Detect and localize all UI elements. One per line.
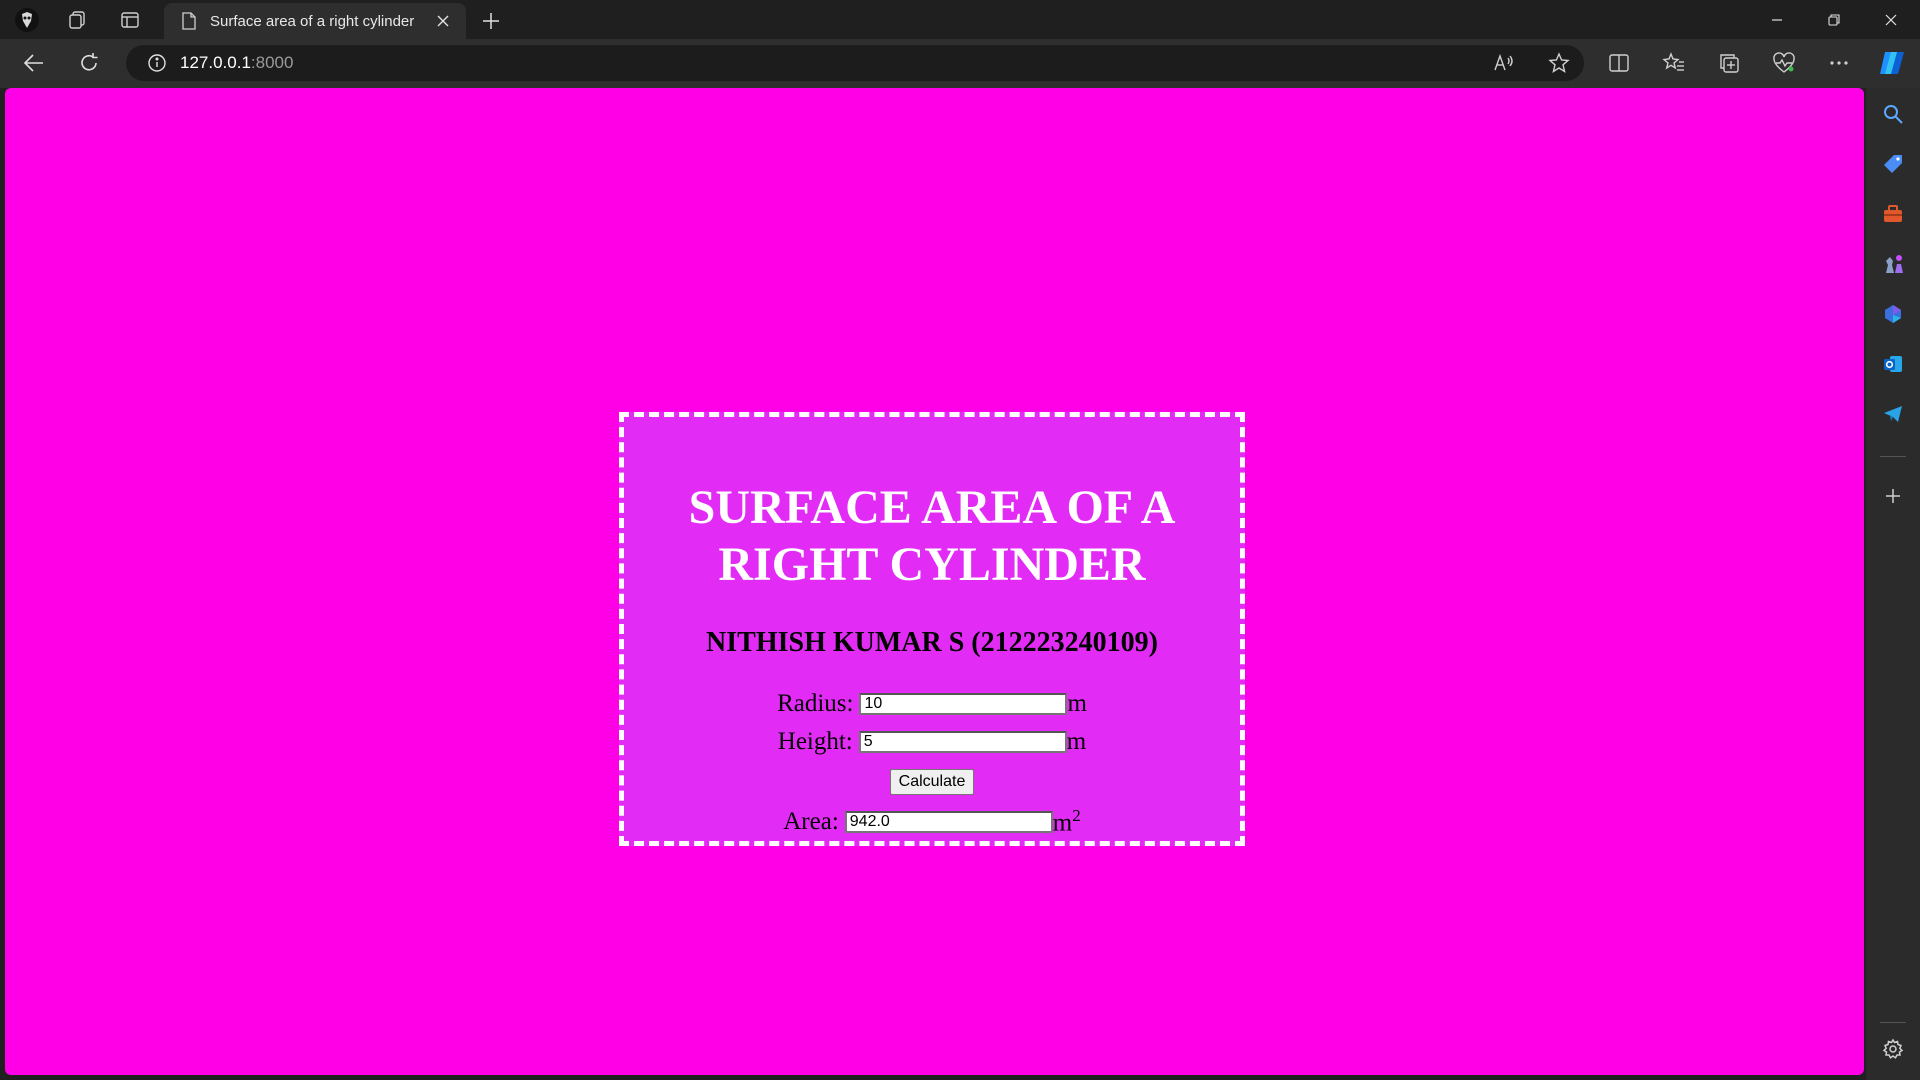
vertical-tabs-icon[interactable] (116, 6, 144, 34)
search-icon[interactable] (1878, 99, 1908, 129)
radius-input[interactable] (859, 693, 1068, 715)
radius-unit: m (1067, 690, 1087, 717)
more-icon[interactable] (1822, 48, 1856, 78)
copilot-icon[interactable] (1875, 48, 1909, 78)
height-row: Height: m (624, 723, 1240, 761)
height-input[interactable] (858, 731, 1067, 753)
radius-row: Radius: m (624, 685, 1240, 723)
area-unit: m2 (1053, 806, 1081, 837)
tab-title: Surface area of a right cylinder (210, 12, 415, 30)
info-icon[interactable] (146, 52, 168, 74)
radius-label: Radius: (777, 690, 854, 717)
favorites-icon[interactable] (1657, 48, 1691, 78)
minimize-icon[interactable] (1748, 0, 1806, 39)
tools-icon[interactable] (1878, 199, 1908, 229)
add-icon[interactable] (1878, 481, 1908, 511)
author-heading: NITHISH KUMAR S (212223240109) (706, 627, 1158, 658)
tab-strip: Surface area of a right cylinder (0, 0, 1920, 39)
url-port: :8000 (250, 53, 294, 72)
games-icon[interactable] (1878, 249, 1908, 279)
split-screen-icon[interactable] (1602, 48, 1636, 78)
microsoft-365-icon[interactable] (1878, 299, 1908, 329)
telegram-icon[interactable] (1878, 399, 1908, 429)
page-viewport: SURFACE AREA OF A RIGHT CYLINDER NITHISH… (5, 88, 1864, 1075)
area-row: Area: m2 (624, 803, 1240, 841)
calculator-card: SURFACE AREA OF A RIGHT CYLINDER NITHISH… (619, 412, 1245, 846)
url-text: 127.0.0.1:8000 (180, 53, 293, 73)
outlook-icon[interactable] (1878, 349, 1908, 379)
close-window-icon[interactable] (1862, 0, 1920, 39)
profile-avatar-icon[interactable] (13, 6, 41, 34)
sidebar-divider (1880, 456, 1906, 457)
edge-sidebar (1866, 88, 1920, 1080)
shopping-tag-icon[interactable] (1878, 149, 1908, 179)
sidebar-divider-bottom (1880, 1022, 1906, 1023)
height-unit: m (1066, 728, 1087, 755)
settings-icon[interactable] (1878, 1034, 1908, 1064)
workspaces-icon[interactable] (63, 6, 91, 34)
plus-icon[interactable] (476, 6, 506, 36)
collections-icon[interactable] (1712, 48, 1746, 78)
page-icon (180, 12, 198, 30)
toolbar: 127.0.0.1:8000 (0, 39, 1920, 88)
calculate-row: Calculate (624, 761, 1240, 803)
back-arrow-icon[interactable] (17, 48, 51, 78)
page-title: SURFACE AREA OF A RIGHT CYLINDER (688, 481, 1176, 591)
star-icon[interactable] (1544, 48, 1574, 78)
refresh-icon[interactable] (72, 48, 106, 78)
close-icon[interactable] (430, 8, 456, 34)
calculate-button[interactable]: Calculate (889, 769, 975, 795)
area-unit-exponent: 2 (1072, 806, 1081, 826)
restore-icon[interactable] (1805, 0, 1863, 39)
address-bar[interactable]: 127.0.0.1:8000 (126, 45, 1584, 81)
tab-active[interactable]: Surface area of a right cylinder (164, 3, 466, 39)
area-label: Area: (783, 808, 839, 835)
area-unit-base: m (1052, 809, 1073, 837)
heart-pulse-icon[interactable] (1767, 48, 1801, 78)
read-aloud-icon[interactable] (1489, 48, 1519, 78)
height-label: Height: (777, 728, 853, 755)
url-host: 127.0.0.1 (180, 53, 251, 72)
area-output[interactable] (844, 811, 1053, 833)
